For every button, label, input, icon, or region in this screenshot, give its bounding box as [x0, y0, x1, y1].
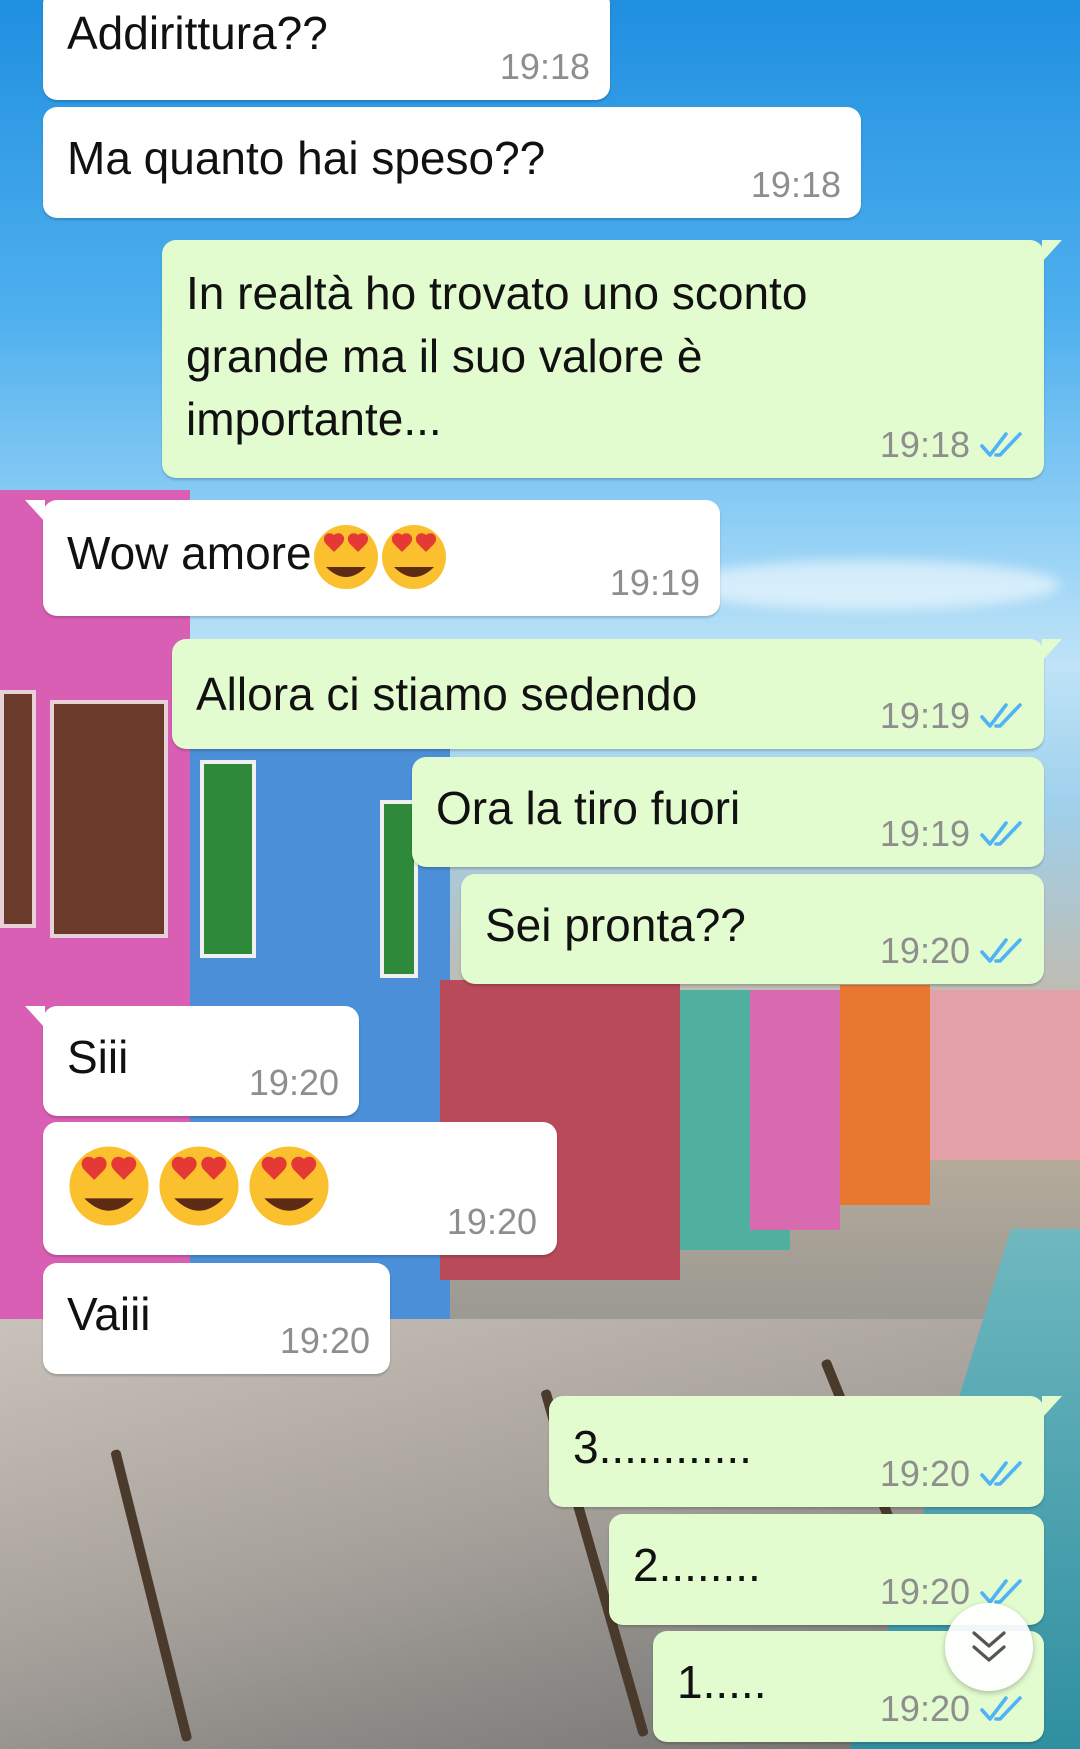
message-meta: 19:20 [880, 1688, 1024, 1730]
message-meta: 19:20 [249, 1062, 339, 1104]
message-text: Siii [67, 1031, 129, 1083]
double-check-icon [980, 432, 1022, 457]
message-text: Addirittura?? [67, 7, 328, 59]
scroll-to-bottom-button[interactable] [945, 1603, 1033, 1691]
heart-eyes-emoji [69, 1146, 149, 1226]
heart-eyes-emoji [249, 1146, 329, 1226]
double-chevron-down-icon [972, 1631, 1006, 1662]
message-meta: 19:18 [880, 424, 1024, 466]
message-bubble-outgoing[interactable]: Allora ci stiamo sedendo 19:19 [172, 639, 1062, 749]
message-time: 19:20 [879, 1571, 970, 1612]
message-text: Ora la tiro fuori [436, 782, 741, 834]
double-check-icon [980, 1461, 1022, 1486]
message-time: 19:20 [879, 1453, 970, 1494]
message-meta: 19:19 [880, 695, 1024, 737]
message-time: 19:20 [248, 1062, 339, 1103]
message-bubble-outgoing[interactable]: Sei pronta?? 19:20 [461, 874, 1044, 984]
message-meta: 19:20 [880, 1453, 1024, 1495]
message-text: 1..... [677, 1656, 767, 1708]
message-time: 19:18 [879, 424, 970, 465]
message-bubble-outgoing[interactable]: Ora la tiro fuori 19:19 [412, 757, 1044, 867]
message-time: 19:20 [446, 1201, 537, 1242]
message-bubble-outgoing[interactable]: In realtà ho trovato uno sconto grande m… [162, 240, 1062, 478]
message-time: 19:19 [879, 695, 970, 736]
message-text: Vaiii [67, 1288, 151, 1340]
message-text: 2........ [633, 1539, 761, 1591]
message-bubble-incoming[interactable]: Ma quanto hai speso?? 19:18 [43, 107, 861, 218]
double-check-icon [980, 938, 1022, 963]
message-meta: 19:19 [880, 813, 1024, 855]
message-time: 19:18 [499, 46, 590, 87]
double-check-icon [980, 821, 1022, 846]
message-text: In realtà ho trovato uno sconto grande m… [186, 267, 808, 445]
message-meta: 19:20 [280, 1320, 370, 1362]
message-meta: 19:20 [447, 1201, 537, 1243]
message-time: 19:20 [879, 930, 970, 971]
message-meta: 19:19 [610, 562, 700, 604]
message-text: Ma quanto hai speso?? [67, 132, 546, 184]
double-check-icon [980, 1696, 1022, 1721]
heart-eyes-emoji [159, 1146, 239, 1226]
message-bubble-incoming[interactable]: Siii 19:20 [25, 1006, 359, 1116]
message-time: 19:19 [609, 562, 700, 603]
message-bubble-incoming[interactable]: Addirittura?? 19:18 [43, 0, 610, 100]
message-bubble-outgoing[interactable]: 3............ 19:20 [549, 1396, 1062, 1507]
message-bubble-incoming[interactable]: 19:20 [43, 1122, 557, 1255]
message-meta: 19:18 [751, 164, 841, 206]
message-text [67, 1144, 331, 1228]
message-text: Sei pronta?? [485, 899, 746, 951]
message-text: Wow amore [67, 522, 448, 591]
message-time: 19:18 [750, 164, 841, 205]
message-bubble-incoming[interactable]: Vaiii 19:20 [43, 1263, 390, 1374]
double-check-icon [980, 703, 1022, 728]
message-meta: 19:20 [880, 930, 1024, 972]
message-time: 19:20 [879, 1688, 970, 1729]
heart-eyes-emoji [313, 524, 378, 589]
message-text: 3............ [573, 1421, 752, 1473]
message-time: 19:20 [279, 1320, 370, 1361]
heart-eyes-emoji [381, 524, 446, 589]
message-time: 19:19 [879, 813, 970, 854]
message-meta: 19:18 [500, 46, 590, 88]
chat-thread: Addirittura?? 19:18 Ma quanto hai speso?… [0, 0, 1080, 1749]
message-text: Allora ci stiamo sedendo [196, 668, 698, 720]
message-bubble-incoming[interactable]: Wow amore 19:19 [25, 500, 720, 616]
